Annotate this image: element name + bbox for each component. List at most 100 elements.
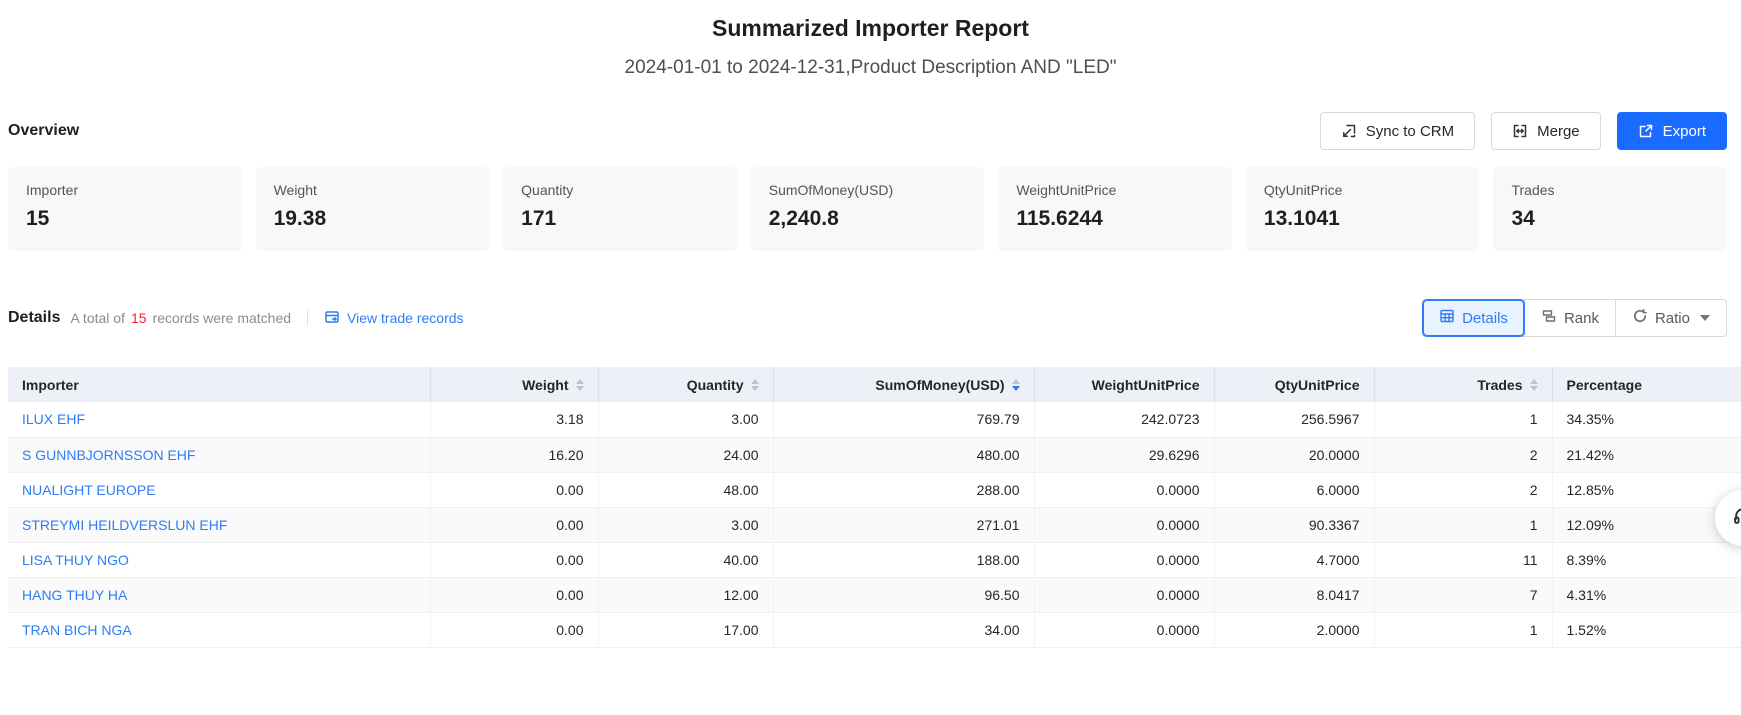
total-prefix: A total of xyxy=(70,310,124,326)
cell-trades: 1 xyxy=(1374,612,1552,647)
cell-importer: S GUNNBJORNSSON EHF xyxy=(8,437,430,472)
stat-value: 34 xyxy=(1511,207,1709,231)
report-header: Summarized Importer Report 2024-01-01 to… xyxy=(0,0,1741,79)
stat-card: QtyUnitPrice 13.1041 xyxy=(1246,167,1480,251)
cell-quantity: 3.00 xyxy=(598,402,773,437)
cell-importer: NUALIGHT EUROPE xyxy=(8,472,430,507)
stat-label: Weight xyxy=(274,182,472,198)
table-row: S GUNNBJORNSSON EHF16.2024.00480.0029.62… xyxy=(8,437,1741,472)
cell-weight: 0.00 xyxy=(430,612,598,647)
stat-label: QtyUnitPrice xyxy=(1264,182,1462,198)
table-row: NUALIGHT EUROPE0.0048.00288.000.00006.00… xyxy=(8,472,1741,507)
merge-button[interactable]: Merge xyxy=(1491,112,1601,150)
stat-value: 171 xyxy=(521,207,719,231)
stat-label: WeightUnitPrice xyxy=(1016,182,1214,198)
importer-link[interactable]: S GUNNBJORNSSON EHF xyxy=(22,447,195,463)
column-header-label: Importer xyxy=(22,377,79,393)
table-row: STREYMI HEILDVERSLUN EHF0.003.00271.010.… xyxy=(8,507,1741,542)
sort-carets-icon[interactable] xyxy=(1530,379,1538,391)
tab-ratio-label: Ratio xyxy=(1655,310,1690,327)
cell-importer: TRAN BICH NGA xyxy=(8,612,430,647)
stat-value: 115.6244 xyxy=(1016,207,1214,231)
view-trade-records-link[interactable]: View trade records xyxy=(324,309,463,328)
column-header-label: SumOfMoney(USD) xyxy=(875,377,1004,393)
stat-value: 2,240.8 xyxy=(769,207,967,231)
cell-qup: 256.5967 xyxy=(1214,402,1374,437)
table-row: HANG THUY HA0.0012.0096.500.00008.041774… xyxy=(8,577,1741,612)
column-header-weight[interactable]: Weight xyxy=(430,367,598,402)
importer-link[interactable]: STREYMI HEILDVERSLUN EHF xyxy=(22,517,227,533)
cell-pct: 21.42% xyxy=(1552,437,1741,472)
stat-card: Importer 15 xyxy=(8,167,242,251)
details-heading: Details xyxy=(8,309,60,327)
caret-down-icon xyxy=(1700,315,1710,321)
column-header-sum[interactable]: SumOfMoney(USD) xyxy=(773,367,1034,402)
cell-sum: 480.00 xyxy=(773,437,1034,472)
stat-label: SumOfMoney(USD) xyxy=(769,182,967,198)
cell-trades: 1 xyxy=(1374,402,1552,437)
cell-importer: STREYMI HEILDVERSLUN EHF xyxy=(8,507,430,542)
tab-details-label: Details xyxy=(1462,310,1508,327)
cell-pct: 1.52% xyxy=(1552,612,1741,647)
export-icon xyxy=(1638,123,1654,139)
total-count: 15 xyxy=(131,310,147,326)
cell-wup: 0.0000 xyxy=(1034,472,1214,507)
cell-quantity: 12.00 xyxy=(598,577,773,612)
column-header-trades[interactable]: Trades xyxy=(1374,367,1552,402)
cell-weight: 0.00 xyxy=(430,472,598,507)
sync-to-crm-label: Sync to CRM xyxy=(1366,123,1454,140)
tab-rank[interactable]: Rank xyxy=(1524,300,1615,336)
stats-row: Importer 15 Weight 19.38 Quantity171 SumOfMon… xyxy=(0,167,1741,251)
cell-qup: 8.0417 xyxy=(1214,577,1374,612)
page: Summarized Importer Report 2024-01-01 to… xyxy=(0,0,1741,648)
cell-weight: 0.00 xyxy=(430,577,598,612)
cell-wup: 29.6296 xyxy=(1034,437,1214,472)
stat-value: 15 xyxy=(26,207,224,231)
stat-value: 13.1041 xyxy=(1264,207,1462,231)
cell-trades: 2 xyxy=(1374,437,1552,472)
importer-link[interactable]: NUALIGHT EUROPE xyxy=(22,482,156,498)
overview-actions: Sync to CRM Merge Export xyxy=(1320,112,1727,150)
column-header-label: Percentage xyxy=(1567,377,1642,393)
tab-ratio[interactable]: Ratio xyxy=(1615,300,1726,336)
column-header-qup: QtyUnitPrice xyxy=(1214,367,1374,402)
cell-sum: 271.01 xyxy=(773,507,1034,542)
cell-wup: 242.0723 xyxy=(1034,402,1214,437)
headset-icon xyxy=(1732,505,1741,532)
cell-weight: 0.00 xyxy=(430,542,598,577)
overview-heading: Overview xyxy=(8,122,79,140)
sort-carets-icon[interactable] xyxy=(751,379,759,391)
cell-weight: 0.00 xyxy=(430,507,598,542)
cell-pct: 12.09% xyxy=(1552,507,1741,542)
sort-carets-icon[interactable] xyxy=(1012,379,1020,391)
cell-importer: ILUX EHF xyxy=(8,402,430,437)
cell-quantity: 48.00 xyxy=(598,472,773,507)
stat-card: Weight 19.38 xyxy=(256,167,490,251)
ratio-refresh-icon xyxy=(1632,308,1648,328)
cell-quantity: 40.00 xyxy=(598,542,773,577)
cell-pct: 34.35% xyxy=(1552,402,1741,437)
page-title: Summarized Importer Report xyxy=(0,15,1741,42)
export-button[interactable]: Export xyxy=(1617,112,1727,150)
importer-link[interactable]: HANG THUY HA xyxy=(22,587,127,603)
importer-link[interactable]: LISA THUY NGO xyxy=(22,552,129,568)
cell-qup: 4.7000 xyxy=(1214,542,1374,577)
tab-details[interactable]: Details xyxy=(1423,300,1524,336)
cell-trades: 1 xyxy=(1374,507,1552,542)
cell-quantity: 3.00 xyxy=(598,507,773,542)
stat-value: 19.38 xyxy=(274,207,472,231)
table-wrap: ImporterWeightQuantitySumOfMoney(USD)Wei… xyxy=(8,367,1741,648)
details-bar: Details A total of 15 records were match… xyxy=(0,299,1741,337)
sync-to-crm-button[interactable]: Sync to CRM xyxy=(1320,112,1475,150)
cell-qup: 90.3367 xyxy=(1214,507,1374,542)
column-header-quantity[interactable]: Quantity xyxy=(598,367,773,402)
stat-label: Importer xyxy=(26,182,224,198)
importer-link[interactable]: ILUX EHF xyxy=(22,411,85,427)
details-summary: Details A total of 15 records were match… xyxy=(8,309,464,328)
cell-sum: 34.00 xyxy=(773,612,1034,647)
importer-link[interactable]: TRAN BICH NGA xyxy=(22,622,132,638)
sort-carets-icon[interactable] xyxy=(576,379,584,391)
stat-card: Trades34 xyxy=(1493,167,1727,251)
column-header-label: QtyUnitPrice xyxy=(1275,377,1360,393)
stat-card: Quantity171 xyxy=(503,167,737,251)
